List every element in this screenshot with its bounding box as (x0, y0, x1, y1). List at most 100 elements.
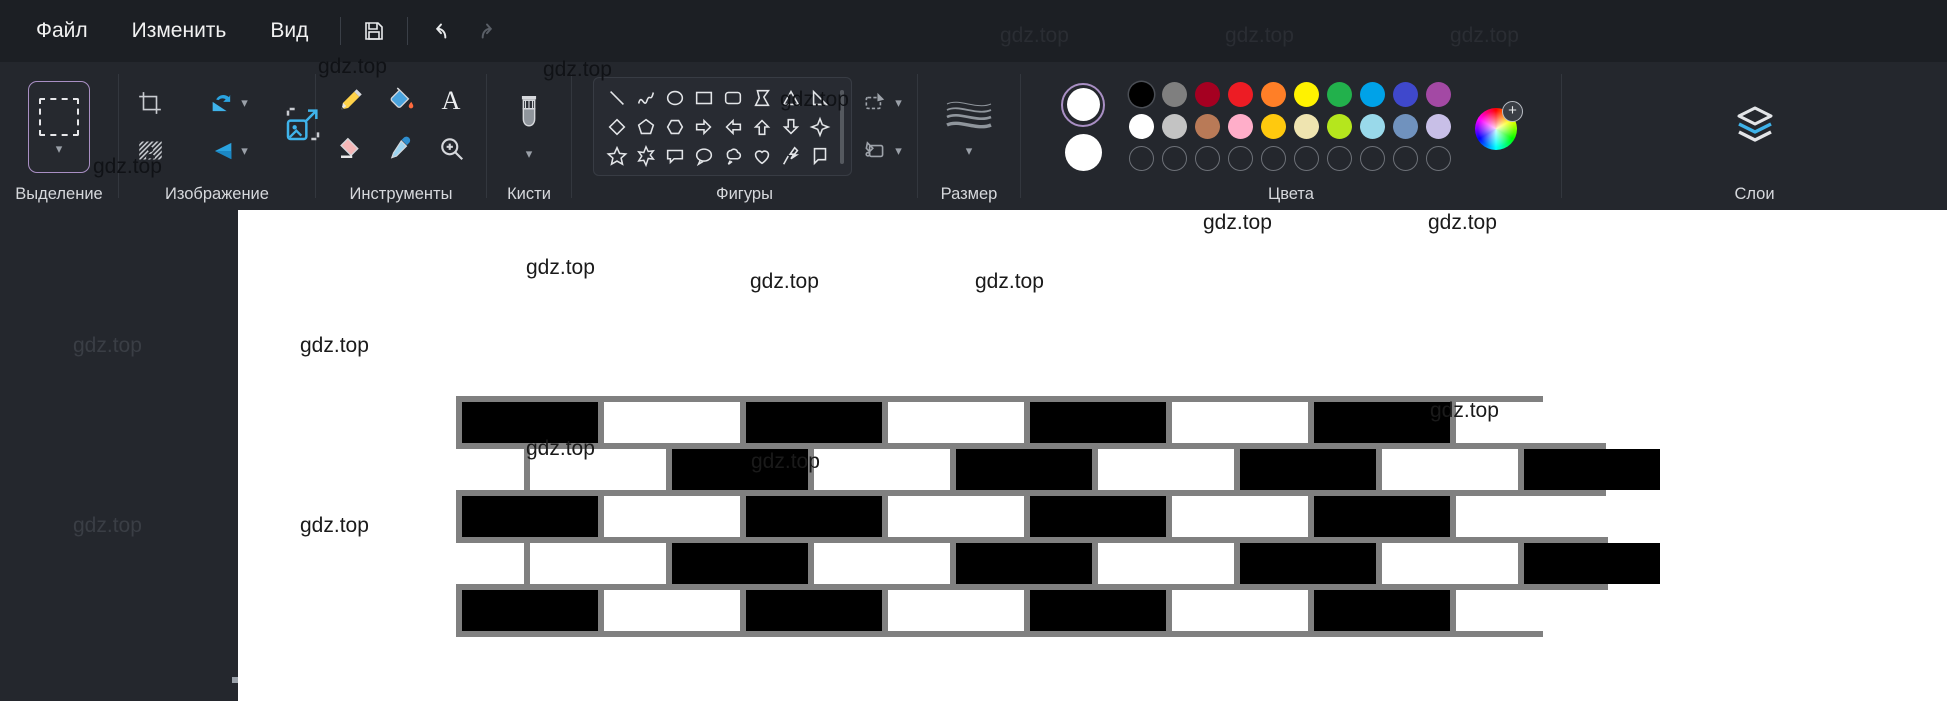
color-swatch[interactable] (1228, 82, 1253, 107)
color-swatch[interactable] (1162, 82, 1187, 107)
color-swatch[interactable] (1228, 114, 1253, 139)
chevron-down-icon[interactable]: ▾ (895, 144, 902, 157)
color-swatch-empty[interactable] (1360, 146, 1385, 171)
color-swatch[interactable] (1261, 82, 1286, 107)
shapes-scrollbar[interactable] (840, 89, 845, 164)
color-swatch[interactable] (1294, 114, 1319, 139)
pentagon-shape[interactable] (635, 116, 657, 138)
oval-shape[interactable] (664, 87, 686, 109)
color-swatch[interactable] (1360, 82, 1385, 107)
chevron-down-icon[interactable]: ▾ (241, 144, 248, 157)
triangle-shape[interactable] (780, 87, 802, 109)
right-triangle-shape[interactable] (809, 87, 831, 109)
layers-icon (1737, 106, 1772, 142)
size-button[interactable]: ▾ (943, 96, 995, 157)
crop-button[interactable] (137, 90, 163, 116)
color-swatch[interactable] (1360, 114, 1385, 139)
secondary-color-button[interactable] (1064, 133, 1102, 171)
redo-button[interactable] (464, 11, 510, 51)
group-selection: ▾ Выделение (0, 62, 118, 210)
color-swatch-empty[interactable] (1327, 146, 1352, 171)
group-tools: A Инструменты (316, 62, 486, 210)
color-swatch[interactable] (1393, 114, 1418, 139)
transparent-selection-button[interactable] (137, 137, 164, 164)
brick (1030, 590, 1166, 631)
fill-bucket-button[interactable] (386, 85, 416, 120)
color-swatch-empty[interactable] (1393, 146, 1418, 171)
lightning-shape[interactable] (780, 145, 802, 167)
down-arrow-shape[interactable] (780, 116, 802, 138)
primary-color-button[interactable] (1061, 82, 1105, 127)
eraser-button[interactable] (336, 133, 366, 168)
chevron-down-icon[interactable]: ▾ (526, 147, 533, 160)
rectangular-selection-button[interactable]: ▾ (28, 80, 90, 173)
brushes-button[interactable]: ▾ (512, 93, 546, 160)
chevron-down-icon[interactable]: ▾ (966, 144, 973, 157)
heart-shape[interactable] (751, 145, 773, 167)
color-swatch[interactable] (1162, 114, 1187, 139)
chevron-down-icon[interactable]: ▾ (56, 142, 63, 155)
menu-view[interactable]: Вид (248, 13, 330, 49)
text-button[interactable]: A (436, 85, 466, 120)
color-swatch[interactable] (1327, 114, 1352, 139)
up-arrow-shape[interactable] (751, 116, 773, 138)
chevron-down-icon[interactable]: ▾ (241, 96, 248, 109)
flip-button[interactable]: ▾ (208, 137, 248, 165)
color-swatch-empty[interactable] (1261, 146, 1286, 171)
rounded-rectangle-shape[interactable] (722, 87, 744, 109)
color-swatch[interactable] (1261, 114, 1286, 139)
scroll-shape[interactable] (809, 145, 831, 167)
line-shape[interactable] (606, 87, 628, 109)
color-swatch-empty[interactable] (1129, 146, 1154, 171)
oval-callout-shape[interactable] (693, 145, 715, 167)
image-tools-grid: ▾ ▾ (111, 79, 267, 175)
color-swatch[interactable] (1294, 82, 1319, 107)
color-swatch-empty[interactable] (1294, 146, 1319, 171)
rectangle-shape[interactable] (693, 87, 715, 109)
pencil-button[interactable] (336, 85, 366, 120)
color-swatch-empty[interactable] (1162, 146, 1187, 171)
undo-button[interactable] (418, 11, 464, 51)
color-swatch[interactable] (1129, 114, 1154, 139)
color-swatch[interactable] (1195, 114, 1220, 139)
curve-shape[interactable] (635, 87, 657, 109)
four-point-star-shape[interactable] (809, 116, 831, 138)
six-point-star-shape[interactable] (635, 144, 657, 167)
diamond-shape[interactable] (606, 116, 628, 138)
shapes-gallery[interactable] (593, 77, 853, 176)
magnifier-button[interactable] (436, 133, 466, 168)
rotate-icon (212, 94, 231, 111)
rounded-callout-shape[interactable] (664, 145, 686, 167)
polygon-shape[interactable] (751, 87, 773, 109)
shape-outline-dropdown[interactable]: ▾ (862, 90, 902, 116)
color-swatch[interactable] (1195, 82, 1220, 107)
text-icon: A (442, 86, 461, 115)
shapes-grid (602, 83, 834, 170)
five-point-star-shape[interactable] (606, 145, 628, 167)
add-color-badge[interactable]: + (1502, 100, 1523, 122)
rotate-button[interactable]: ▾ (208, 89, 248, 117)
color-swatch[interactable] (1129, 82, 1154, 107)
color-swatch-empty[interactable] (1426, 146, 1451, 171)
menu-edit[interactable]: Изменить (110, 13, 249, 49)
color-swatch-empty[interactable] (1228, 146, 1253, 171)
color-swatch[interactable] (1393, 82, 1418, 107)
eyedropper-button[interactable] (386, 133, 416, 168)
shape-fill-dropdown[interactable]: ▾ (862, 138, 902, 164)
color-swatch[interactable] (1327, 82, 1352, 107)
menu-file[interactable]: Файл (14, 13, 110, 49)
hexagon-shape[interactable] (664, 116, 686, 138)
right-arrow-shape[interactable] (693, 116, 715, 138)
color-swatch[interactable] (1426, 82, 1451, 107)
panel-resize-handle[interactable] (232, 677, 238, 683)
color-swatch-empty[interactable] (1195, 146, 1220, 171)
color-swatch[interactable] (1426, 114, 1451, 139)
save-button[interactable] (351, 11, 397, 51)
left-arrow-shape[interactable] (722, 116, 744, 138)
current-colors (1061, 82, 1105, 171)
brick (1456, 496, 1592, 537)
cloud-callout-shape[interactable] (722, 145, 744, 167)
color-wheel-button[interactable]: + (1475, 100, 1523, 150)
chevron-down-icon[interactable]: ▾ (895, 96, 902, 109)
layers-button[interactable] (1731, 100, 1779, 153)
